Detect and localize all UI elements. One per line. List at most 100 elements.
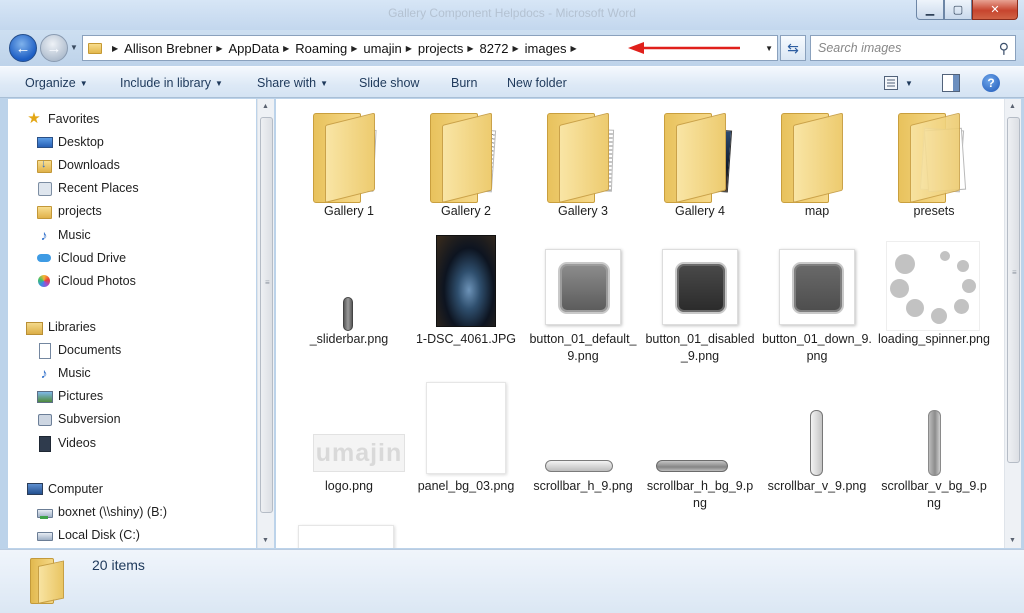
folder-item[interactable]: map <box>759 107 875 220</box>
close-button[interactable]: ✕ <box>972 0 1018 20</box>
include-in-library-menu[interactable]: Include in library ▼ <box>120 76 223 90</box>
breadcrumb-label: umajin <box>363 40 402 56</box>
sidebar-item-downloads[interactable]: Downloads <box>36 155 120 175</box>
file-item[interactable]: scrollbar_v_9.png <box>759 382 875 495</box>
file-item[interactable]: loading_spinner.png <box>876 235 992 348</box>
breadcrumb-chevron-icon[interactable]: ▶ <box>406 44 412 53</box>
breadcrumb-chevron-icon[interactable]: ▶ <box>283 44 289 53</box>
sidebar-item-videos[interactable]: Videos <box>36 433 96 453</box>
breadcrumb-item[interactable]: ▶ Roaming <box>279 41 347 56</box>
scrollbar-thumb[interactable]: ≡ <box>260 117 273 513</box>
breadcrumb-item[interactable]: ▶ AppData <box>212 41 279 56</box>
file-list-scrollbar[interactable]: ▲ ≡ ▼ <box>1004 99 1021 548</box>
file-name: Gallery 3 <box>557 204 609 218</box>
back-button[interactable]: ← <box>9 34 37 62</box>
file-item[interactable]: button_01_down_9.png <box>759 235 875 365</box>
file-name: button_01_default_9.png <box>529 332 637 363</box>
sidebar-item-music[interactable]: ♪ Music <box>36 363 91 383</box>
scroll-up-icon[interactable]: ▲ <box>1009 103 1016 110</box>
breadcrumb-tail[interactable]: ▶ <box>567 44 583 53</box>
image-thumbnail <box>884 235 984 331</box>
refresh-button[interactable]: ⇆ <box>780 35 806 61</box>
breadcrumb-item[interactable]: ▶ images <box>508 41 566 56</box>
change-view-button[interactable]: ▼ <box>884 73 913 93</box>
breadcrumb-chevron-icon[interactable]: ▶ <box>467 44 473 53</box>
file-name: presets <box>913 204 955 218</box>
scrollbar-thumb[interactable]: ≡ <box>1007 117 1020 463</box>
recent-pages-dropdown[interactable]: ▼ <box>70 43 78 52</box>
breadcrumb-item[interactable]: ▶ 8272 <box>463 41 508 56</box>
sidebar-header-computer[interactable]: Computer <box>26 479 103 499</box>
file-item[interactable]: button_01_default_9.png <box>525 235 641 365</box>
sidebar-item-label: Desktop <box>58 135 104 150</box>
sidebar-item-label: Subversion <box>58 412 121 427</box>
breadcrumb-chevron-icon[interactable]: ▶ <box>216 44 222 53</box>
scroll-up-icon[interactable]: ▲ <box>262 103 269 110</box>
scroll-down-icon[interactable]: ▼ <box>1009 537 1016 544</box>
folder-thumbnail-icon <box>884 107 984 203</box>
sidebar-item-boxnet-shiny-b[interactable]: boxnet (\\shiny) (B:) <box>36 502 167 522</box>
organize-menu[interactable]: Organize ▼ <box>25 76 88 90</box>
sidebar-item-icloud-drive[interactable]: iCloud Drive <box>36 248 126 268</box>
preview-pane-button[interactable] <box>942 73 960 93</box>
file-item[interactable]: scrollbar_h_bg_9.png <box>642 382 758 512</box>
breadcrumb-item[interactable]: ▶ projects <box>402 41 464 56</box>
sidebar-item-music[interactable]: ♪ Music <box>36 225 91 245</box>
details-pane: 20 items <box>0 549 1024 613</box>
libraries-icon <box>26 319 43 335</box>
sidebar-item-subversion[interactable]: Subversion <box>36 409 121 429</box>
share-with-menu[interactable]: Share with ▼ <box>257 76 328 90</box>
new-folder-button[interactable]: New folder <box>507 76 567 90</box>
sidebar-item-documents[interactable]: Documents <box>36 340 121 360</box>
search-icon[interactable]: ⚲ <box>999 40 1009 57</box>
search-input[interactable]: Search images <box>818 41 999 55</box>
folder-item[interactable]: Gallery 2 <box>408 107 524 220</box>
breadcrumb-chevron-icon[interactable]: ▶ <box>112 44 118 53</box>
navigation-pane: ★ Favorites Desktop Downloads Recent Places p… <box>8 99 256 548</box>
sidebar-header-favorites[interactable]: ★ Favorites <box>26 109 99 129</box>
breadcrumb-label: Roaming <box>295 40 348 56</box>
search-box[interactable]: Search images ⚲ <box>810 35 1016 61</box>
file-item[interactable]: 1-DSC_4061.JPG <box>408 235 524 348</box>
file-item[interactable]: panel_bg_03.png <box>408 382 524 495</box>
breadcrumb-label: projects <box>417 40 464 56</box>
breadcrumb-chevron-icon[interactable]: ▶ <box>512 44 518 53</box>
maximize-button[interactable]: ▢ <box>944 0 972 20</box>
back-arrow-icon: ← <box>15 39 31 57</box>
navigation-pane-scrollbar[interactable]: ▲ ≡ ▼ <box>257 99 274 548</box>
sidebar-item-desktop[interactable]: Desktop <box>36 132 104 152</box>
file-item[interactable]: button_01_disabled_9.png <box>642 235 758 365</box>
sidebar-item-pictures[interactable]: Pictures <box>36 386 103 406</box>
slide-show-button[interactable]: Slide show <box>359 76 419 90</box>
item-count: 20 items <box>92 557 145 573</box>
view-options-icon <box>884 76 898 90</box>
breadcrumb-chevron-icon[interactable]: ▶ <box>571 44 577 53</box>
burn-button[interactable]: Burn <box>451 76 477 90</box>
file-item[interactable]: umajin logo.png <box>291 382 407 495</box>
file-item[interactable]: scrollbar_v_bg_9.png <box>876 382 992 512</box>
help-button[interactable]: ? <box>982 73 1000 93</box>
documents-icon <box>36 342 52 360</box>
sidebar-item-icloud-photos[interactable]: iCloud Photos <box>36 271 136 291</box>
sidebar-header-libraries[interactable]: Libraries <box>26 317 96 337</box>
sidebar-item-local-disk-c[interactable]: Local Disk (C:) <box>36 525 140 545</box>
file-item[interactable]: scrollbar_h_9.png <box>525 382 641 495</box>
breadcrumb-item[interactable]: ▶ Allison Brebner <box>108 41 212 56</box>
subversion-icon <box>36 411 52 427</box>
folder-item[interactable]: Gallery 3 <box>525 107 641 220</box>
scroll-down-icon[interactable]: ▼ <box>262 537 269 544</box>
folder-icon <box>88 42 102 54</box>
folder-item[interactable]: Gallery 1 <box>291 107 407 220</box>
folder-item[interactable]: presets <box>876 107 992 220</box>
breadcrumb-item[interactable]: ▶ umajin <box>347 41 401 56</box>
sidebar-item-projects[interactable]: projects <box>36 201 102 221</box>
file-item[interactable]: _sliderbar.png <box>291 235 407 348</box>
folder-item[interactable]: Gallery 4 <box>642 107 758 220</box>
address-history-dropdown[interactable]: ▼ <box>765 44 773 53</box>
minimize-button[interactable]: ▁ <box>916 0 944 20</box>
breadcrumb-label: Allison Brebner <box>124 40 213 56</box>
sidebar-item-recent-places[interactable]: Recent Places <box>36 178 139 198</box>
forward-button[interactable]: → <box>40 34 68 62</box>
command-bar: Organize ▼ Include in library ▼ Share with… <box>0 66 1024 98</box>
breadcrumb-chevron-icon[interactable]: ▶ <box>351 44 357 53</box>
